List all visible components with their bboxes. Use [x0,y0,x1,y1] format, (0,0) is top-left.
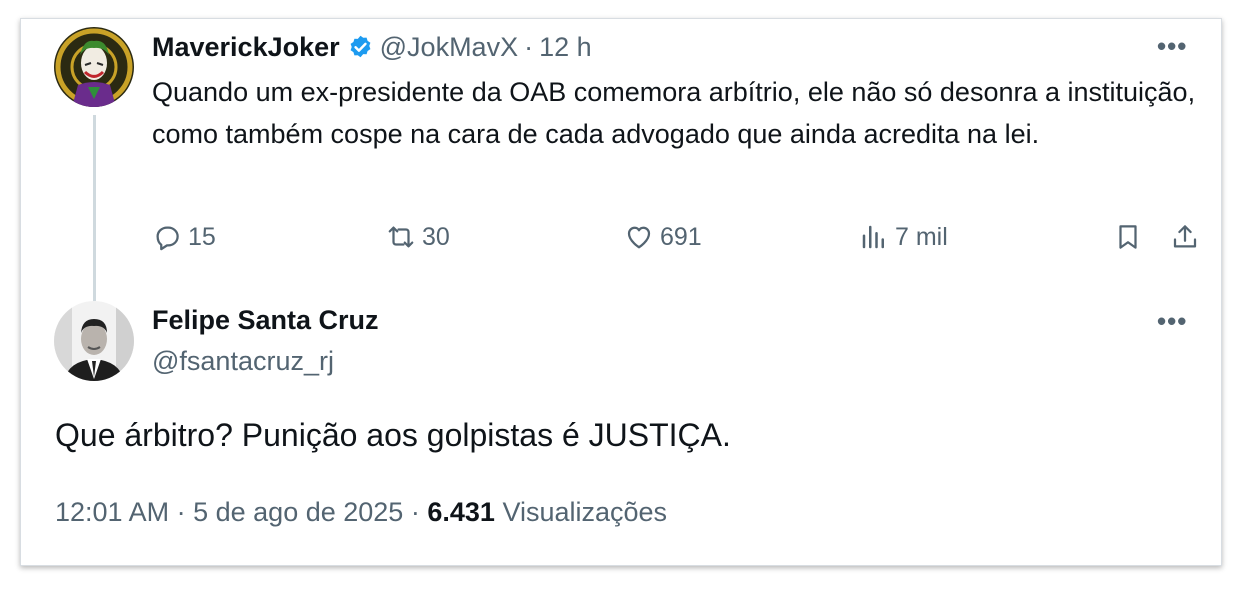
handle[interactable]: @JokMavX [380,32,518,63]
views-button[interactable]: 7 mil [859,217,948,257]
comment-icon [156,226,179,251]
parent-header: MaverickJoker @JokMavX · 12 h [152,29,592,65]
separator: · [524,31,534,62]
share-button[interactable] [1170,217,1206,257]
bookmark-icon [1119,225,1137,249]
views-label: Visualizações [502,497,668,527]
tweet-date[interactable]: 5 de ago de 2025 [193,497,403,527]
reply-button[interactable]: 15 [152,217,216,257]
reply-display-name[interactable]: Felipe Santa Cruz [152,305,379,336]
tweet-time[interactable]: 12:01 AM [55,497,169,527]
timestamp[interactable]: 12 h [539,32,592,63]
action-bar: 15 30 691 7 mil [152,217,1202,257]
like-button[interactable]: 691 [624,217,702,257]
avatar-felipe-santa-cruz[interactable] [54,301,134,381]
verified-badge-icon [350,35,371,57]
like-count: 691 [660,222,702,251]
more-options-icon[interactable]: ••• [1157,33,1187,59]
repost-icon [388,226,414,248]
views-total: 6.431 [427,497,495,527]
meta-separator: · [176,497,186,527]
reply-tweet-text: Que árbitro? Punição aos golpistas é JUS… [55,417,731,453]
reply-count: 15 [188,222,216,251]
thread-connector [93,115,96,301]
display-name[interactable]: MaverickJoker [152,32,340,63]
views-count: 7 mil [895,222,948,251]
reply-handle[interactable]: @fsantacruz_rj [152,346,334,377]
repost-button[interactable]: 30 [386,217,450,257]
bookmark-button[interactable] [1113,217,1149,257]
share-icon [1173,225,1197,248]
repost-count: 30 [422,222,450,251]
avatar-maverickjoker[interactable] [54,27,134,107]
tweet-card: MaverickJoker @JokMavX · 12 h ••• Quando… [20,18,1222,566]
tweet-metadata: 12:01 AM · 5 de ago de 2025 · 6.431 Visu… [55,497,667,528]
reply-more-options-icon[interactable]: ••• [1157,308,1187,334]
heart-icon [627,226,651,249]
tweet-text: Quando um ex-presidente da OAB comemora … [152,77,1196,149]
analytics-icon [862,225,884,249]
meta-separator: · [410,497,420,527]
